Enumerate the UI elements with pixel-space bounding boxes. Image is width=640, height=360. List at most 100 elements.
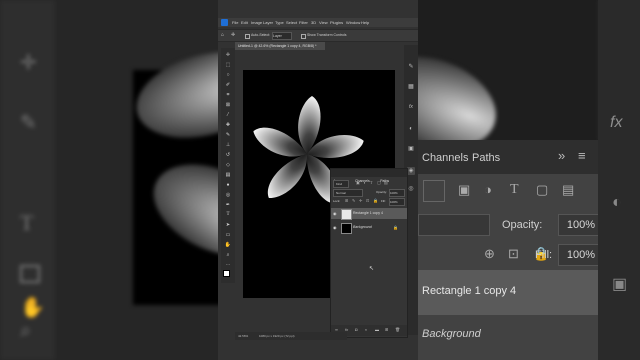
zoomed-layers-panel: ▣ ◑ T ▢ ▤ Opacity: 100% ⊕ ⊡ 🔒 Fill: 100%…	[418, 0, 640, 360]
blend-mode-dropdown-zoomed[interactable]	[418, 214, 490, 236]
blur-tool-icon[interactable]: ●	[224, 182, 232, 188]
filter-image-icon[interactable]: ▣	[458, 182, 470, 198]
history-brush-tool-icon[interactable]: ↺	[224, 152, 232, 158]
lock-artboard-icon[interactable]: ⊡	[366, 198, 369, 203]
crop-tool-icon[interactable]: ⌗	[224, 92, 232, 98]
styles-icon[interactable]: fx	[407, 103, 415, 111]
menu-type[interactable]: Type	[275, 18, 284, 27]
lock-all-icon-zoomed[interactable]: ⊕	[484, 246, 495, 262]
filter-adjustment-icon[interactable]: ◑	[484, 182, 492, 197]
menu-layer[interactable]: Layer	[263, 18, 273, 27]
zoomed-layer-background[interactable]: Background	[418, 322, 598, 352]
frame-tool-icon[interactable]: ⊠	[224, 102, 232, 108]
menu-filter[interactable]: Filter	[299, 18, 308, 27]
menu-3d[interactable]: 3D	[311, 18, 316, 27]
blend-mode-dropdown[interactable]: Normal	[333, 189, 363, 197]
lock-position-icon[interactable]: ✛	[359, 198, 362, 203]
path-selection-tool-icon[interactable]: ➤	[224, 222, 232, 228]
panel-collapse-icon[interactable]: »	[558, 148, 565, 163]
eraser-tool-icon[interactable]: ◇	[224, 162, 232, 168]
gradient-tool-icon[interactable]: ▤	[224, 172, 232, 178]
home-icon[interactable]: ⌂	[221, 30, 224, 41]
menu-select[interactable]: Select	[286, 18, 297, 27]
filter-smart-object-icon[interactable]: ▤	[562, 182, 574, 198]
document-tab[interactable]: Untitled-1 @ 42.6% (Rectangle 1 copy 4, …	[235, 42, 325, 50]
layer-thumbnail	[341, 223, 352, 234]
mouse-cursor-icon: ↖	[369, 266, 375, 272]
zoomed-layer-selected[interactable]: Rectangle 1 copy 4	[418, 270, 598, 315]
marquee-tool-icon[interactable]: ⬚	[224, 62, 232, 68]
layer-name: Background	[353, 225, 372, 229]
layer-row-background[interactable]: ◉ Background 🔒	[331, 222, 407, 234]
add-mask-icon[interactable]: ◘	[355, 327, 357, 332]
brush-tool-icon[interactable]: ✎	[224, 132, 232, 138]
adjustment-icon-zoomed[interactable]: ◐	[612, 194, 622, 212]
channels-icon[interactable]: ◎	[407, 185, 415, 193]
auto-select-checkbox[interactable]	[245, 34, 250, 39]
tab-channels-zoomed[interactable]: Channels	[422, 152, 468, 164]
tab-paths-zoomed[interactable]: Paths	[472, 152, 500, 164]
menu-help[interactable]: Help	[361, 18, 369, 27]
layer-filter-kind: Kind	[336, 182, 343, 186]
filter-shape-icon[interactable]: ▢	[536, 182, 548, 198]
dodge-tool-icon[interactable]: ◎	[224, 192, 232, 198]
zoom-tool-icon[interactable]: ⌕	[224, 252, 232, 258]
filter-vector-icon[interactable]: ▢	[377, 180, 381, 185]
edit-toolbar-icon[interactable]: ⋯	[224, 262, 232, 268]
menu-image[interactable]: Image	[251, 18, 262, 27]
lasso-tool-icon[interactable]: ○	[224, 72, 232, 78]
fx-icon[interactable]: fx	[610, 114, 622, 132]
type-tool-icon[interactable]: T	[224, 212, 232, 218]
lock-artboard-icon-zoomed[interactable]: ⊡	[508, 246, 519, 262]
show-transform-checkbox[interactable]	[301, 34, 306, 39]
new-layer-icon[interactable]: ⊞	[385, 327, 388, 332]
type-tool-icon-bg: T	[20, 210, 34, 235]
lock-all-icon[interactable]: 🔒	[373, 198, 378, 203]
lock-pixels-icon[interactable]: ⊞	[345, 198, 348, 203]
mask-icon-zoomed[interactable]: ▣	[612, 274, 627, 294]
filter-text-icon[interactable]: T	[370, 180, 372, 185]
panel-menu-icon[interactable]: ≡	[578, 148, 586, 163]
menu-window[interactable]: Window	[346, 18, 360, 27]
visibility-eye-icon[interactable]: ◉	[333, 208, 337, 219]
menu-edit[interactable]: Edit	[241, 18, 248, 27]
layers-icon[interactable]: ◈	[407, 167, 415, 175]
filter-dropdown-zoomed[interactable]	[423, 180, 445, 202]
fill-field[interactable]: 100%	[389, 198, 405, 206]
menu-file[interactable]: File	[232, 18, 238, 27]
rectangle-tool-icon[interactable]: ▭	[224, 232, 232, 238]
delete-layer-icon[interactable]: 🗑	[395, 327, 400, 332]
filter-pixel-icon[interactable]: ▣	[356, 180, 360, 185]
opacity-field[interactable]: 100%	[389, 189, 405, 197]
pen-tool-icon[interactable]: ✒	[224, 202, 232, 208]
healing-brush-tool-icon[interactable]: ✚	[224, 122, 232, 128]
layer-row-rectangle[interactable]: ◉ Rectangle 1 copy 4	[331, 208, 407, 220]
hand-tool-icon[interactable]: ✋	[224, 242, 232, 248]
libraries-icon[interactable]: ▣	[407, 145, 415, 153]
brush-tool-icon-bg: ✎	[20, 112, 37, 134]
menu-view[interactable]: View	[319, 18, 328, 27]
new-fill-adjustment-icon[interactable]: ◐	[365, 327, 367, 332]
brush-settings-icon[interactable]: ✎	[407, 63, 415, 71]
foreground-color-swatch[interactable]	[223, 270, 230, 277]
clone-stamp-tool-icon[interactable]: ⊥	[224, 142, 232, 148]
quick-select-tool-icon[interactable]: ✐	[224, 82, 232, 88]
filter-adjust-icon[interactable]: ◑	[363, 180, 365, 185]
layer-filter-dropdown[interactable]: Kind	[333, 180, 349, 188]
document-tab-title: Untitled-1 @ 42.6% (Rectangle 1 copy 4, …	[238, 44, 317, 48]
move-tool-icon[interactable]: ✛	[224, 52, 232, 58]
visibility-eye-icon[interactable]: ◉	[333, 222, 337, 233]
zoom-level[interactable]: 42.56%	[238, 332, 248, 340]
menu-plugins[interactable]: Plugins	[330, 18, 343, 27]
auto-select-dropdown[interactable]: Layer	[272, 32, 292, 40]
new-group-icon[interactable]: ▬	[375, 327, 379, 332]
filter-smart-icon[interactable]: ▤	[384, 180, 388, 185]
hand-tool-icon-bg: ✋	[20, 297, 45, 319]
filter-type-icon[interactable]: T	[510, 182, 519, 198]
opacity-label-zoomed: Opacity:	[502, 219, 543, 231]
lock-brush-icon[interactable]: ✎	[352, 198, 355, 203]
blend-mode-value: Normal	[336, 191, 346, 195]
adjustments-icon[interactable]: ◐	[407, 125, 415, 133]
eyedropper-tool-icon[interactable]: ⁄	[224, 112, 232, 118]
layer-comps-icon[interactable]: ▦	[407, 83, 415, 91]
